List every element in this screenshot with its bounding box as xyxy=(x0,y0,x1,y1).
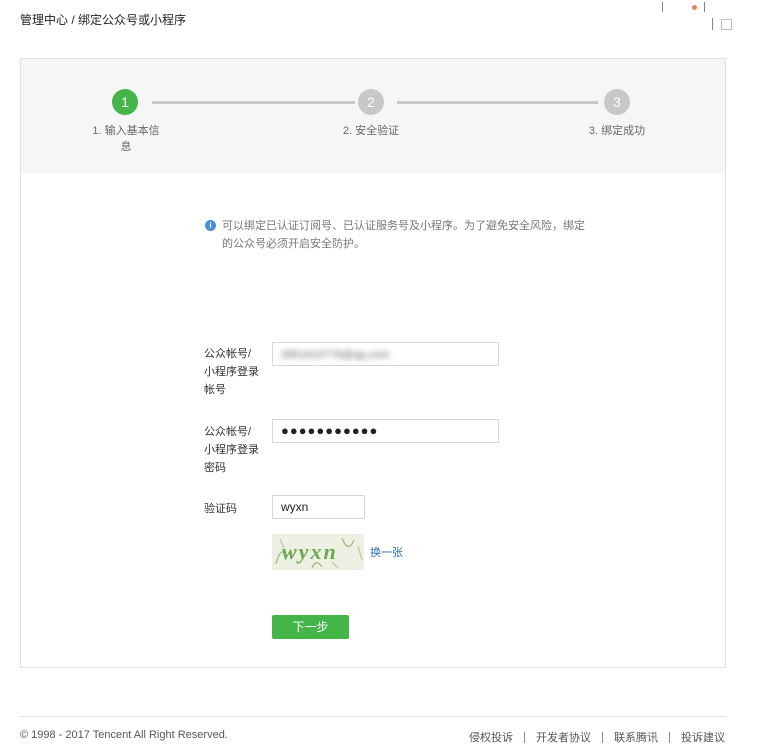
step-connector xyxy=(152,101,355,104)
footer-separator xyxy=(602,731,603,743)
qrcode-icon[interactable] xyxy=(712,18,734,32)
footer-link-feedback[interactable]: 投诉建议 xyxy=(681,729,725,745)
step-1-label: 1. 输入基本信 息 xyxy=(92,125,160,153)
footer-link-developer-agreement[interactable]: 开发者协议 xyxy=(536,729,591,745)
account-label: 公众帐号/ 小程序登录 帐号 xyxy=(204,348,259,396)
breadcrumb: 管理中心 / 绑定公众号或小程序 xyxy=(20,13,187,27)
captcha-label: 验证码 xyxy=(204,503,237,515)
info-icon: i xyxy=(205,220,216,231)
password-input[interactable]: ●●●●●●●●●●● xyxy=(272,419,499,443)
footer-divider xyxy=(20,716,726,717)
footer-link-contact[interactable]: 联系腾讯 xyxy=(614,729,658,745)
captcha-image-text: wyxn xyxy=(282,539,338,564)
copyright-text: © 1998 - 2017 Tencent All Right Reserved… xyxy=(20,729,228,741)
swap-captcha-link[interactable]: 换一张 xyxy=(370,544,403,560)
next-step-button[interactable]: 下一步 xyxy=(272,615,349,639)
step-progress-bar: 1 2 3 1. 输入基本信 息 2. 安全验证 3. 绑定成功 xyxy=(21,59,725,174)
account-value: 2851915779@qq.com xyxy=(281,349,390,361)
captcha-image[interactable]: wyxn xyxy=(272,534,364,570)
step-2-circle: 2 xyxy=(358,89,384,115)
step-3-label: 3. 绑定成功 xyxy=(588,125,646,137)
step-2-label: 2. 安全验证 xyxy=(342,125,400,137)
notice-text: 可以绑定已认证订阅号、已认证服务号及小程序。为了避免安全风险，绑定的公众号必须开… xyxy=(222,220,585,250)
notification-dot-icon[interactable] xyxy=(692,5,697,10)
step-3-circle: 3 xyxy=(604,89,630,115)
footer-separator xyxy=(669,731,670,743)
captcha-input[interactable]: wyxn xyxy=(272,495,365,519)
footer-separator xyxy=(524,731,525,743)
step-connector xyxy=(397,101,598,104)
password-label: 公众帐号/ 小程序登录 密码 xyxy=(204,426,259,474)
step-1-circle: 1 xyxy=(112,89,138,115)
bind-panel: 1 2 3 1. 输入基本信 息 2. 安全验证 3. 绑定成功 i 可以绑定已… xyxy=(20,58,726,668)
footer-links: 侵权投诉 开发者协议 联系腾讯 投诉建议 xyxy=(469,729,725,745)
account-input[interactable]: 2851915779@qq.com xyxy=(272,342,499,366)
footer-link-infringement[interactable]: 侵权投诉 xyxy=(469,729,513,745)
notice-box: i 可以绑定已认证订阅号、已认证服务号及小程序。为了避免安全风险，绑定的公众号必… xyxy=(205,217,585,253)
